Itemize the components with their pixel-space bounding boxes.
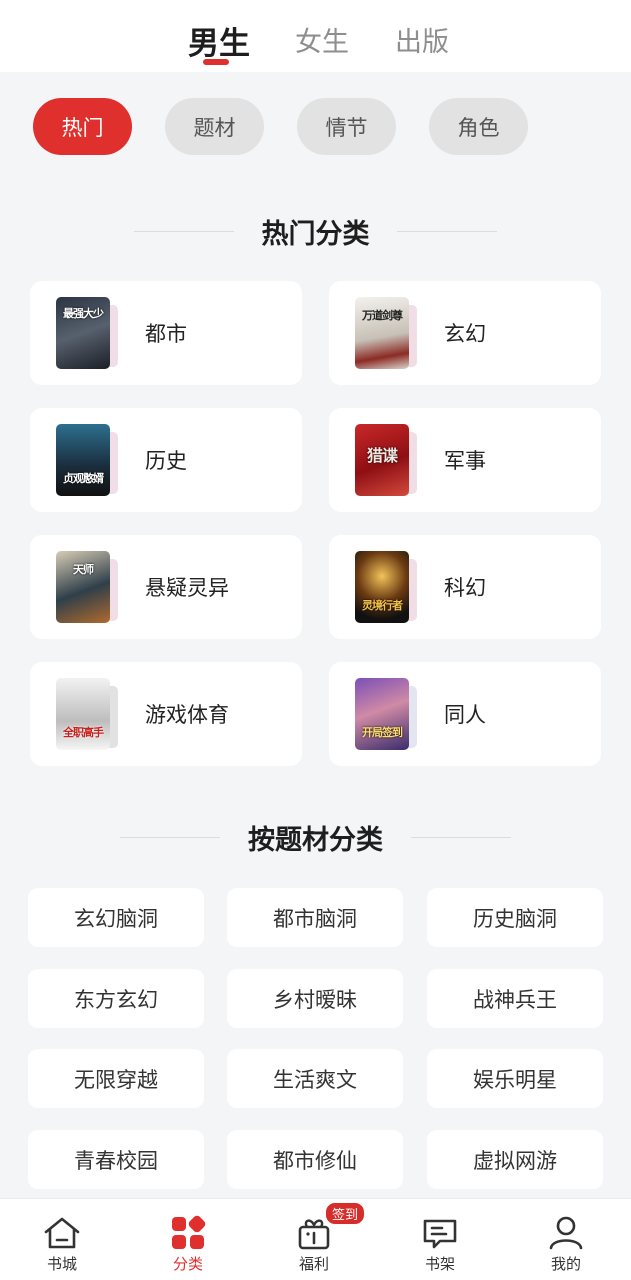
category-name: 悬疑灵异 [145, 576, 229, 600]
book-cover: 最强大少 [56, 297, 120, 369]
category-card-dushi[interactable]: 最强大少 都市 [30, 281, 302, 385]
bottom-nav-bar: 书城 分类 签到 福利 书架 我的 [0, 1198, 631, 1280]
topic-tag[interactable]: 玄幻脑洞 [28, 888, 204, 947]
nav-item-bookshelf[interactable]: 书架 [400, 1211, 480, 1275]
book-cover: 开局签到 [355, 678, 419, 750]
book-cover: 贞观憨婿 [56, 424, 120, 496]
nav-item-welfare[interactable]: 签到 福利 [274, 1201, 367, 1275]
sign-in-badge: 签到 [324, 1201, 367, 1226]
nav-label-mine: 我的 [550, 1255, 581, 1273]
topic-tag[interactable]: 无限穿越 [28, 1049, 204, 1108]
topic-section-title: 按题材分类 [248, 825, 383, 856]
topic-tag[interactable]: 娱乐明星 [427, 1049, 603, 1108]
home-icon [44, 1217, 80, 1249]
category-name: 游戏体育 [145, 703, 229, 727]
profile-icon [549, 1216, 583, 1250]
category-name: 历史 [145, 449, 187, 473]
category-card-youxi[interactable]: 全职高手 游戏体育 [30, 662, 302, 766]
book-cover: 全职高手 [56, 678, 120, 750]
section-divider-right [397, 231, 497, 232]
chip-plot[interactable]: 情节 [297, 98, 396, 155]
category-card-xuanyi[interactable]: 天师 悬疑灵异 [30, 535, 302, 639]
category-card-tongren[interactable]: 开局签到 同人 [329, 662, 601, 766]
category-name: 同人 [444, 703, 486, 727]
category-name: 军事 [444, 449, 486, 473]
book-cover: 猎谍 [355, 424, 419, 496]
book-cover: 天师 [56, 551, 120, 623]
topic-tag[interactable]: 生活爽文 [227, 1049, 403, 1108]
nav-item-category[interactable]: 分类 [148, 1211, 228, 1275]
category-name: 玄幻 [444, 322, 486, 346]
nav-item-mine[interactable]: 我的 [526, 1211, 606, 1275]
category-card-kehuan[interactable]: 灵境行者 科幻 [329, 535, 601, 639]
nav-label-home: 书城 [46, 1255, 77, 1273]
chip-role[interactable]: 角色 [429, 98, 528, 155]
chip-theme[interactable]: 题材 [165, 98, 264, 155]
category-card-junshi[interactable]: 猎谍 军事 [329, 408, 601, 512]
nav-item-home[interactable]: 书城 [22, 1211, 102, 1275]
chip-hot[interactable]: 热门 [33, 98, 132, 155]
category-card-xuanhuan[interactable]: 万道剑尊 玄幻 [329, 281, 601, 385]
active-tab-indicator [203, 59, 229, 65]
nav-label-welfare: 福利 [298, 1255, 329, 1273]
nav-label-category: 分类 [172, 1255, 203, 1273]
nav-label-bookshelf: 书架 [424, 1255, 455, 1273]
topic-tag[interactable]: 战神兵王 [427, 969, 603, 1028]
book-cover: 灵境行者 [355, 551, 419, 623]
topic-tag[interactable]: 东方玄幻 [28, 969, 204, 1028]
category-name: 都市 [145, 322, 187, 346]
category-name: 科幻 [444, 576, 486, 600]
gender-tab-bar: 男生 女生 出版 [0, 0, 631, 72]
category-card-lishi[interactable]: 贞观憨婿 历史 [30, 408, 302, 512]
section-divider-right [411, 837, 511, 838]
topic-tag[interactable]: 都市修仙 [227, 1130, 403, 1189]
book-cover: 万道剑尊 [355, 297, 419, 369]
topic-tag[interactable]: 乡村暧昧 [227, 969, 403, 1028]
topic-tag[interactable]: 青春校园 [28, 1130, 204, 1189]
topic-tag[interactable]: 都市脑洞 [227, 888, 403, 947]
topic-tag[interactable]: 历史脑洞 [427, 888, 603, 947]
tab-male[interactable]: 男生 [188, 18, 250, 63]
tab-publish[interactable]: 出版 [395, 20, 449, 59]
hot-section-title: 热门分类 [261, 219, 370, 250]
category-icon [172, 1215, 206, 1249]
bookshelf-icon [423, 1219, 457, 1249]
tab-female[interactable]: 女生 [295, 20, 349, 59]
filter-chip-row: 热门 题材 情节 角色 [0, 98, 631, 156]
topic-tag[interactable]: 虚拟网游 [427, 1130, 603, 1189]
